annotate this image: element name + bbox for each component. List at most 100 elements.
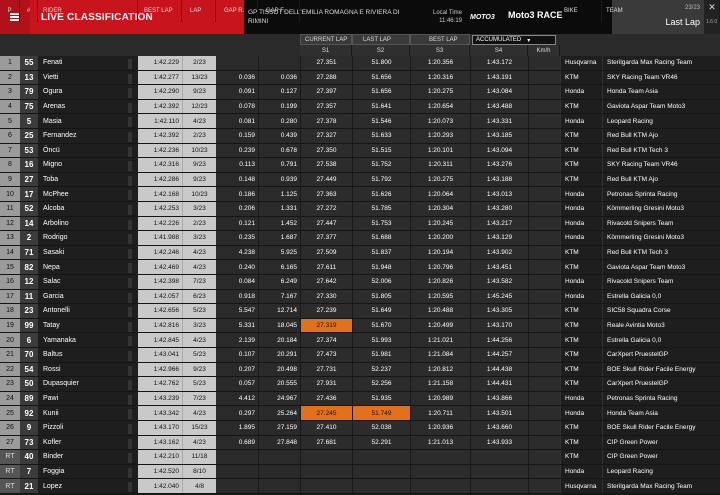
accumulated-select[interactable]: ACCUMULATED ▾ xyxy=(472,35,556,45)
table-row[interactable]: 2 13 Vietti 1:42.277 13/23 0.036 0.036 27.288 51… xyxy=(0,70,720,86)
table-row[interactable]: 17 11 Garcia 1:42.057 6/23 0.918 7.167 27.330 51… xyxy=(0,289,720,305)
table-row[interactable]: 18 23 Antonelli 1:42.656 5/23 5.547 12.714 27.2… xyxy=(0,304,720,319)
col-position[interactable]: P xyxy=(0,0,20,22)
best-lap-cell: 1:42.656 xyxy=(138,304,182,318)
table-row[interactable]: 21 70 Baltus 1:43.041 5/23 0.107 20.291 27.473 5… xyxy=(0,348,720,363)
drag-handle-icon[interactable] xyxy=(128,219,132,230)
table-row[interactable]: RT 21 Lopez 1:42.040 4/8 Husqvarna Sterilgarda… xyxy=(0,479,720,494)
table-row[interactable]: 9 27 Toba 1:42.286 9/23 0.148 0.939 27.449 51.79… xyxy=(0,172,720,188)
position-cell: 13 xyxy=(0,231,20,245)
sector-1-cell: 27.538 xyxy=(300,158,352,172)
drag-handle-icon[interactable] xyxy=(128,102,132,113)
drag-handle-icon[interactable] xyxy=(128,278,132,288)
drag-handle-icon[interactable] xyxy=(128,482,132,493)
table-row[interactable]: 12 14 Arbolino 1:42.226 2/23 0.121 1.452 27.447… xyxy=(0,216,720,232)
col-best-lap[interactable]: BEST LAP xyxy=(138,0,182,22)
best-lap-cell: 1:42.040 xyxy=(138,479,182,493)
drag-handle-icon[interactable] xyxy=(128,307,132,318)
drag-handle-icon[interactable] xyxy=(128,453,132,464)
rider-number: 23 xyxy=(20,304,38,318)
drag-handle-icon[interactable] xyxy=(128,424,132,434)
table-row[interactable]: 11 52 Alcoba 1:42.253 3/23 0.206 1.331 27.272 51… xyxy=(0,202,720,217)
table-row[interactable]: RT 7 Foggia 1:42.520 8/10 Honda Leopard Racing xyxy=(0,464,720,480)
table-row[interactable]: RT 40 Binder 1:42.210 11/18 KTM CIP Green Powe… xyxy=(0,450,720,465)
sector-2-cell: 51.515 xyxy=(352,143,410,158)
speed-cell xyxy=(528,231,560,245)
sector-4-cell: 1:43.191 xyxy=(470,70,528,85)
tab-best-lap[interactable]: BEST LAP xyxy=(410,34,470,45)
table-row[interactable]: 14 71 Sasaki 1:42.246 4/23 4.238 5.925 27.509 51… xyxy=(0,245,720,261)
drag-handle-icon[interactable] xyxy=(128,234,132,245)
drag-handle-icon[interactable] xyxy=(128,117,132,128)
drag-handle-icon[interactable] xyxy=(128,438,132,449)
drag-handle-icon[interactable] xyxy=(128,205,132,215)
col-team[interactable]: TEAM xyxy=(602,0,720,22)
sector-4-cell: 1:43.170 xyxy=(470,318,528,333)
drag-handle-icon[interactable] xyxy=(128,132,132,142)
speed-cell xyxy=(528,216,560,231)
sector-4-cell: 1:43.582 xyxy=(470,275,528,289)
table-row[interactable]: 6 25 Fernandez 1:42.392 2/23 0.159 0.439 27.327… xyxy=(0,129,720,144)
sector-3-cell: 1:20.989 xyxy=(410,391,470,406)
drag-handle-icon[interactable] xyxy=(128,190,132,201)
sector-4-cell: 1:43.902 xyxy=(470,245,528,260)
drag-handle-icon[interactable] xyxy=(128,146,132,157)
table-row[interactable]: 3 79 Ogura 1:42.290 9/23 0.091 0.127 27.397 51.6… xyxy=(0,85,720,100)
drag-handle-icon[interactable] xyxy=(128,73,132,84)
table-row[interactable]: 5 5 Masia 1:42.110 4/23 0.081 0.280 27.378 51.54… xyxy=(0,114,720,129)
drag-handle-icon[interactable] xyxy=(128,394,132,405)
rider-name: Pawi xyxy=(38,391,138,406)
drag-handle-icon[interactable] xyxy=(128,467,132,478)
sector-3-cell: 1:20.812 xyxy=(410,362,470,377)
sector-2-cell: 51.981 xyxy=(352,348,410,362)
drag-handle-icon[interactable] xyxy=(128,292,132,303)
col-bike[interactable]: BIKE xyxy=(560,0,602,22)
table-row[interactable]: 13 2 Rodrigo 1:41.988 3/23 0.235 1.687 27.377 51… xyxy=(0,231,720,246)
drag-handle-icon[interactable] xyxy=(128,248,132,259)
drag-handle-icon[interactable] xyxy=(128,161,132,172)
col-gap-f[interactable]: GAP F. xyxy=(258,0,300,22)
drag-handle-icon[interactable] xyxy=(128,59,132,69)
col-rider[interactable]: RIDER xyxy=(38,0,138,22)
best-lap-cell: 1:42.316 xyxy=(138,158,182,172)
sector-3-cell xyxy=(410,450,470,464)
table-row[interactable]: 10 17 McPhee 1:42.168 10/23 0.186 1.125 27.363 5… xyxy=(0,187,720,202)
table-row[interactable]: 25 92 Kunii 1:43.342 4/23 0.297 25.264 27.245 51… xyxy=(0,406,720,421)
bike-cell: Honda xyxy=(560,231,602,245)
rider-name: Kofler xyxy=(38,435,138,450)
table-row[interactable]: 24 89 Pawi 1:43.239 7/23 4.412 24.967 27.436 51.… xyxy=(0,391,720,407)
drag-handle-icon[interactable] xyxy=(128,365,132,376)
drag-handle-icon[interactable] xyxy=(128,336,132,347)
best-lap-cell: 1:42.110 xyxy=(138,114,182,128)
table-row[interactable]: 23 50 Dupasquier 1:42.762 5/23 0.057 20.555 27.… xyxy=(0,377,720,392)
drag-handle-icon[interactable] xyxy=(128,321,132,332)
table-row[interactable]: 20 6 Yamanaka 1:42.845 4/23 2.139 20.184 27.374… xyxy=(0,333,720,348)
table-row[interactable]: 1 55 Fenati 1:42.229 2/23 27.351 51.800 1:20.35… xyxy=(0,56,720,71)
gap-r-cell: 0.207 xyxy=(216,362,258,377)
drag-handle-icon[interactable] xyxy=(128,175,132,186)
table-row[interactable]: 19 99 Tatay 1:42.816 3/23 5.331 18.045 27.319 51… xyxy=(0,318,720,334)
drag-handle-icon[interactable] xyxy=(128,88,132,99)
table-row[interactable]: 27 73 Kofler 1:43.162 4/23 0.689 27.848 27.681 5… xyxy=(0,435,720,451)
drag-handle-icon[interactable] xyxy=(128,263,132,274)
drag-handle-icon[interactable] xyxy=(128,351,132,361)
table-row[interactable]: 26 9 Pizzoli 1:43.170 15/23 1.895 27.159 27.410… xyxy=(0,421,720,436)
best-lap-cell: 1:42.226 xyxy=(138,216,182,231)
sector-3-cell: 1:20.101 xyxy=(410,143,470,158)
drag-handle-icon[interactable] xyxy=(128,409,132,420)
drag-handle-icon[interactable] xyxy=(128,380,132,391)
gap-r-cell: 0.235 xyxy=(216,231,258,245)
col-number[interactable]: # xyxy=(20,0,38,22)
bike-cell: KTM xyxy=(560,172,602,187)
table-row[interactable]: 4 75 Arenas 1:42.392 12/23 0.078 0.199 27.357 51… xyxy=(0,99,720,115)
table-row[interactable]: 16 12 Salac 1:42.398 7/23 0.084 6.249 27.642 52.… xyxy=(0,275,720,290)
table-row[interactable]: 15 82 Nepa 1:42.469 4/23 0.240 6.165 27.611 51.9… xyxy=(0,260,720,275)
table-row[interactable]: 7 53 Öncü 1:42.236 10/23 0.239 0.678 27.350 51.5… xyxy=(0,143,720,159)
table-row[interactable]: 8 16 Migno 1:42.316 9/23 0.113 0.791 27.538 51.7… xyxy=(0,158,720,173)
tab-last-lap[interactable]: LAST LAP xyxy=(352,34,410,45)
tab-current-lap[interactable]: CURRENT LAP xyxy=(300,34,352,45)
position-cell: 24 xyxy=(0,391,20,406)
col-lap[interactable]: LAP xyxy=(182,0,216,22)
col-gap-r[interactable]: GAP R. xyxy=(216,0,258,22)
table-row[interactable]: 22 54 Rossi 1:42.966 9/23 0.207 20.498 27.731 52… xyxy=(0,362,720,378)
